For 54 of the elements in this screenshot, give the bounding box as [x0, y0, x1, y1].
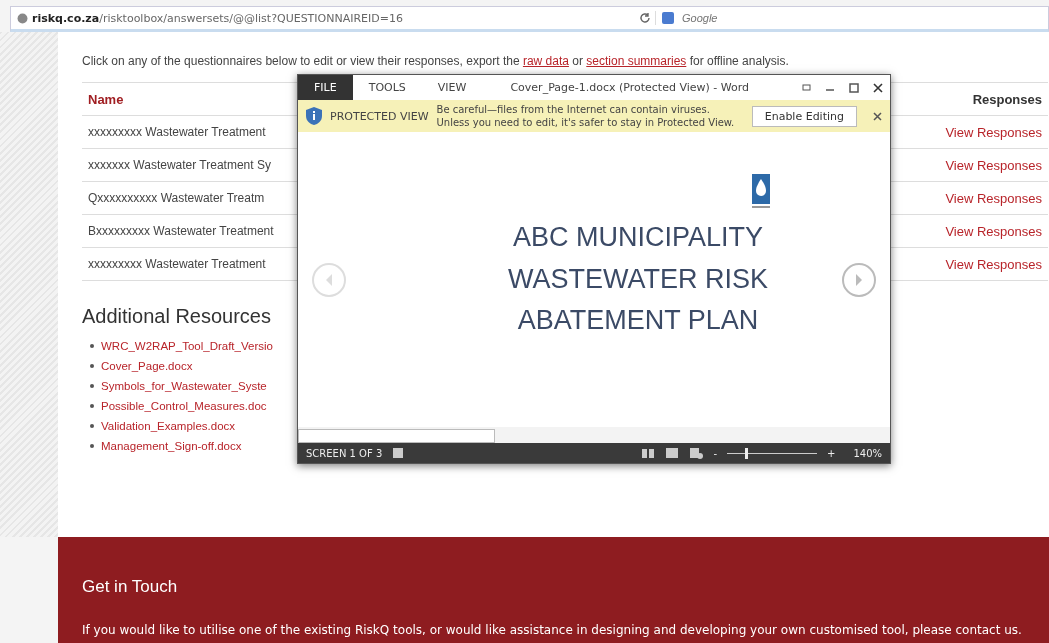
footer-text: If you would like to utilise one of the existing RiskQ tools, or would like assistance in designing and developing your own customised tool, please contact us. [82, 623, 1023, 637]
resource-link[interactable]: Possible_Control_Measures.doc [101, 400, 267, 412]
bullet-icon [90, 444, 94, 448]
resource-link[interactable]: Management_Sign-off.docx [101, 440, 242, 452]
view-responses-link[interactable]: View Responses [945, 256, 1042, 272]
resource-link[interactable]: Symbols_for_Wastewater_Syste [101, 380, 267, 392]
banner-label: PROTECTED VIEW [330, 109, 429, 123]
close-icon [873, 82, 883, 93]
search-engine-icon[interactable] [662, 12, 674, 24]
reload-icon[interactable] [639, 12, 651, 24]
view-responses-link[interactable]: View Responses [945, 157, 1042, 173]
section-title: Additional Resources [82, 305, 271, 328]
slide-title-line: ABATEMENT PLAN [517, 304, 759, 338]
table-cell: Bxxxxxxxxx Wastewater Treatment [88, 224, 274, 238]
zoom-level: 140% [853, 447, 882, 459]
intro-text: Click on any of the questionnaires below to edit or view their responses, export the raw data or section summaries for offline analysis. [82, 54, 790, 68]
column-header: Responses [972, 91, 1042, 107]
globe-icon [17, 12, 28, 24]
table-cell: xxxxxxxxx Wastewater Treatment [88, 125, 266, 139]
view-responses-link[interactable]: View Responses [945, 223, 1042, 239]
maximize-icon [849, 82, 859, 93]
resource-link[interactable]: Validation_Examples.docx [101, 420, 236, 432]
screen-counter: SCREEN 1 OF 3 [306, 447, 383, 459]
address-field[interactable]: riskq.co.za/risktoolbox/answersets/@@list?QUESTIONNAIREID=16 [32, 11, 635, 25]
stats-icon[interactable] [392, 447, 405, 459]
resource-link[interactable]: Cover_Page.docx [101, 360, 193, 372]
bullet-icon [90, 384, 94, 388]
web-layout-icon[interactable] [689, 447, 704, 459]
table-cell: xxxxxxx Wastewater Treatment Sy [88, 158, 271, 172]
window-title: Cover_Page-1.docx (Protected View) - Word [510, 81, 751, 94]
read-mode-icon[interactable] [641, 447, 656, 459]
ribbon-tab[interactable]: FILE [298, 75, 353, 100]
print-layout-icon[interactable] [665, 447, 680, 459]
fullscreen-icon [800, 83, 812, 92]
enable-editing-button[interactable]: Enable Editing [751, 105, 857, 127]
bullet-icon [90, 404, 94, 408]
shield-icon [306, 107, 322, 125]
table-cell: xxxxxxxxx Wastewater Treatment [88, 257, 266, 271]
slide-title-line: ABC MUNICIPALITY [512, 220, 763, 254]
bullet-icon [90, 364, 94, 368]
raw-data-link[interactable]: raw data [522, 54, 569, 68]
slide-title-line: WASTEWATER RISK [508, 262, 768, 296]
view-responses-link[interactable]: View Responses [945, 190, 1042, 206]
view-responses-link[interactable]: View Responses [945, 124, 1042, 140]
zoom-in-button[interactable]: + [827, 447, 836, 459]
close-icon[interactable] [873, 111, 882, 121]
column-header: Name [88, 91, 124, 107]
resource-link[interactable]: WRC_W2RAP_Tool_Draft_Versio [101, 340, 273, 352]
section-summaries-link[interactable]: section summaries [586, 54, 687, 68]
banner-message: Be careful—files from the Internet can contain viruses. Unless you need to edit, it's safer to stay in Protected View. [436, 103, 736, 129]
bullet-icon [90, 424, 94, 428]
footer-title: Get in Touch [82, 577, 179, 597]
bullet-icon [90, 344, 94, 348]
table-cell: Qxxxxxxxxxx Wastewater Treatm [88, 191, 265, 205]
